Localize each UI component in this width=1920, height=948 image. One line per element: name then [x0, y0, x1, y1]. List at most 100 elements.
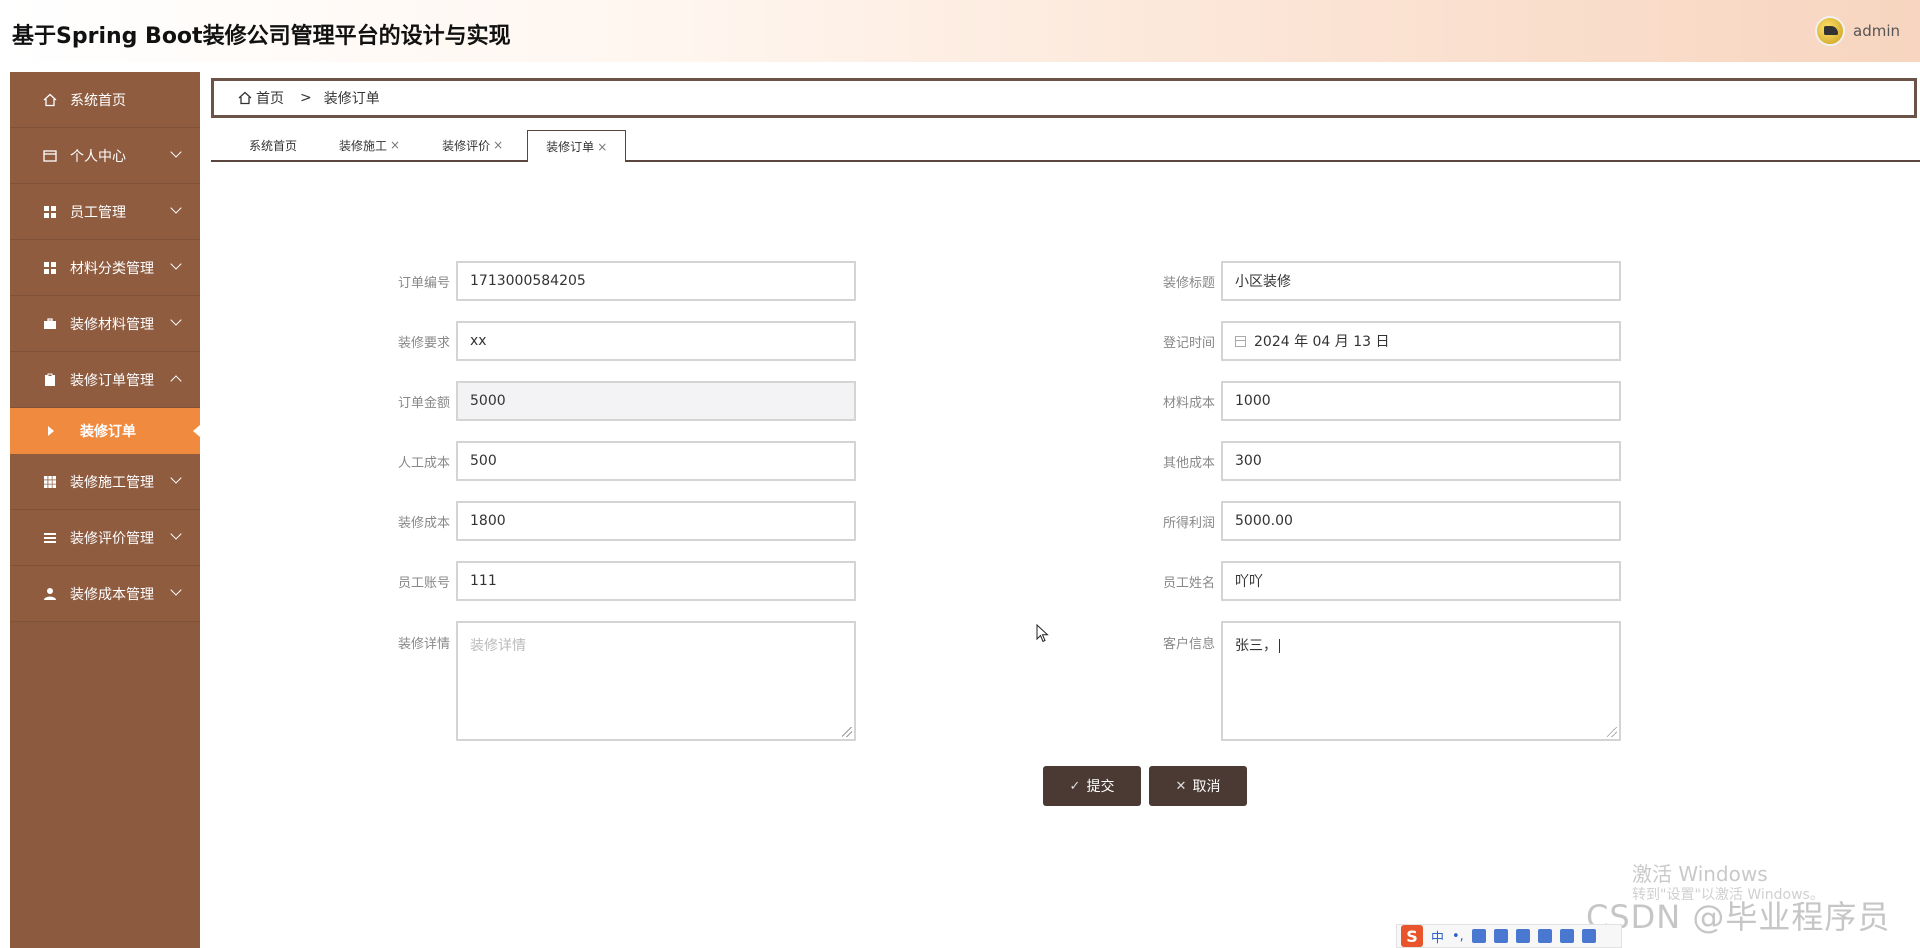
user-icon [42, 586, 58, 602]
chevron-down-icon [170, 202, 182, 214]
field-decoration-cost: 装修成本 1800 [376, 501, 856, 541]
chevron-down-icon [170, 146, 182, 158]
home-icon[interactable] [238, 91, 252, 105]
toolbox-icon[interactable] [1559, 929, 1574, 943]
user-box[interactable]: admin [1815, 16, 1900, 46]
requirement-input[interactable]: xx [456, 321, 856, 361]
keyboard-icon[interactable] [1493, 929, 1508, 943]
tab-home[interactable]: 系统首页 [231, 130, 315, 160]
breadcrumb-current: 装修订单 [323, 91, 380, 107]
chevron-down-icon [170, 314, 182, 326]
sidebar-item-material-category[interactable]: 材料分类管理 [10, 240, 200, 296]
sidebar-item-orders[interactable]: 装修订单管理 [10, 352, 200, 408]
sidebar-item-label: 系统首页 [70, 92, 126, 109]
other-cost-input[interactable]: 300 [1221, 441, 1621, 481]
customer-info-textarea[interactable]: 张三， [1221, 621, 1621, 741]
tab-label: 装修评价 [442, 138, 491, 153]
settings-icon[interactable] [1581, 929, 1596, 943]
emoji-icon[interactable] [1537, 929, 1552, 943]
submit-label: 提交 [1086, 779, 1115, 795]
username[interactable]: admin [1853, 22, 1900, 40]
chevron-down-icon [170, 258, 182, 270]
details-textarea[interactable]: 装修详情 [456, 621, 856, 741]
material-cost-input[interactable]: 1000 [1221, 381, 1621, 421]
field-requirement: 装修要求 xx [376, 321, 856, 361]
sidebar-item-label: 装修材料管理 [70, 316, 154, 333]
cancel-button[interactable]: ✕ 取消 [1149, 766, 1247, 806]
breadcrumb-home[interactable]: 首页 [256, 88, 284, 108]
breadcrumb: 首页 > 装修订单 [211, 78, 1917, 118]
field-order-no: 订单编号 1713000584205 [376, 261, 856, 301]
windows-activation-watermark: 激活 Windows [1632, 862, 1768, 886]
chevron-down-icon [170, 528, 182, 540]
decoration-cost-input[interactable]: 1800 [456, 501, 856, 541]
field-label: 材料成本 [1162, 395, 1215, 411]
field-employee-name: 员工姓名 吖吖 [1141, 561, 1621, 601]
resize-handle[interactable] [1607, 727, 1617, 737]
list-icon [42, 530, 58, 546]
skin-icon[interactable] [1515, 929, 1530, 943]
sidebar-item-costs[interactable]: 装修成本管理 [10, 566, 200, 622]
grid-icon [42, 260, 58, 276]
sidebar-item-materials[interactable]: 装修材料管理 [10, 296, 200, 352]
briefcase-icon [42, 316, 58, 332]
employee-name-input[interactable]: 吖吖 [1221, 561, 1621, 601]
field-label: 装修要求 [397, 335, 450, 351]
ime-mode[interactable]: 中 [1431, 927, 1444, 946]
field-other-cost: 其他成本 300 [1141, 441, 1621, 481]
register-time-input[interactable]: 2024 年 04 月 13 日 [1221, 321, 1621, 361]
details-placeholder: 装修详情 [470, 638, 526, 654]
sidebar-subitem-orders[interactable]: 装修订单 [10, 408, 200, 454]
avatar[interactable] [1815, 16, 1845, 46]
order-no-input[interactable]: 1713000584205 [456, 261, 856, 301]
active-indicator [193, 425, 200, 437]
field-label: 装修成本 [397, 515, 450, 531]
text-caret [1279, 639, 1280, 653]
ime-toolbar[interactable]: S 中 •, [1396, 924, 1622, 948]
sidebar-item-label: 装修订单管理 [70, 372, 154, 389]
cancel-label: 取消 [1192, 779, 1221, 795]
customer-info-value: 张三， [1235, 638, 1277, 654]
field-label: 人工成本 [397, 455, 450, 471]
close-icon[interactable]: × [493, 138, 503, 152]
sidebar-item-label: 个人中心 [70, 148, 126, 165]
close-icon[interactable]: × [597, 140, 607, 154]
csdn-watermark: CSDN @毕业程序员 [1586, 898, 1891, 936]
field-label: 所得利润 [1162, 515, 1215, 531]
tab-orders[interactable]: 装修订单 × [527, 130, 627, 162]
title-input[interactable]: 小区装修 [1221, 261, 1621, 301]
chevron-down-icon [170, 584, 182, 596]
sidebar-item-personal[interactable]: 个人中心 [10, 128, 200, 184]
sidebar-item-home[interactable]: 系统首页 [10, 72, 200, 128]
chevron-down-icon [170, 472, 182, 484]
profit-input[interactable]: 5000.00 [1221, 501, 1621, 541]
breadcrumb-separator: > [300, 90, 312, 106]
home-icon [42, 92, 58, 108]
sidebar-item-label: 材料分类管理 [70, 260, 154, 277]
resize-handle[interactable] [842, 727, 852, 737]
labor-cost-input[interactable]: 500 [456, 441, 856, 481]
field-label: 登记时间 [1162, 335, 1215, 351]
register-time-value: 2024 年 04 月 13 日 [1254, 334, 1390, 350]
tab-label: 装修订单 [546, 140, 595, 154]
sidebar-item-construction[interactable]: 装修施工管理 [10, 454, 200, 510]
employee-account-input[interactable]: 111 [456, 561, 856, 601]
close-icon[interactable]: × [390, 138, 400, 152]
sidebar-item-employees[interactable]: 员工管理 [10, 184, 200, 240]
tab-construction[interactable]: 装修施工 × [321, 130, 418, 160]
grid-icon [42, 204, 58, 220]
submit-button[interactable]: ✓ 提交 [1043, 766, 1141, 806]
window-icon [42, 148, 58, 164]
field-material-cost: 材料成本 1000 [1141, 381, 1621, 421]
ime-punctuation[interactable]: •, [1452, 929, 1464, 944]
sogou-logo-icon[interactable]: S [1401, 925, 1423, 947]
field-order-amount: 订单金额 5000 [376, 381, 856, 421]
sidebar-item-label: 装修评价管理 [70, 530, 154, 547]
field-label: 订单金额 [397, 395, 450, 411]
field-label: 其他成本 [1162, 455, 1215, 471]
clipboard-icon [42, 372, 58, 388]
sidebar-item-reviews[interactable]: 装修评价管理 [10, 510, 200, 566]
tab-reviews[interactable]: 装修评价 × [424, 130, 521, 160]
table-icon [42, 474, 58, 490]
microphone-icon[interactable] [1471, 929, 1486, 943]
